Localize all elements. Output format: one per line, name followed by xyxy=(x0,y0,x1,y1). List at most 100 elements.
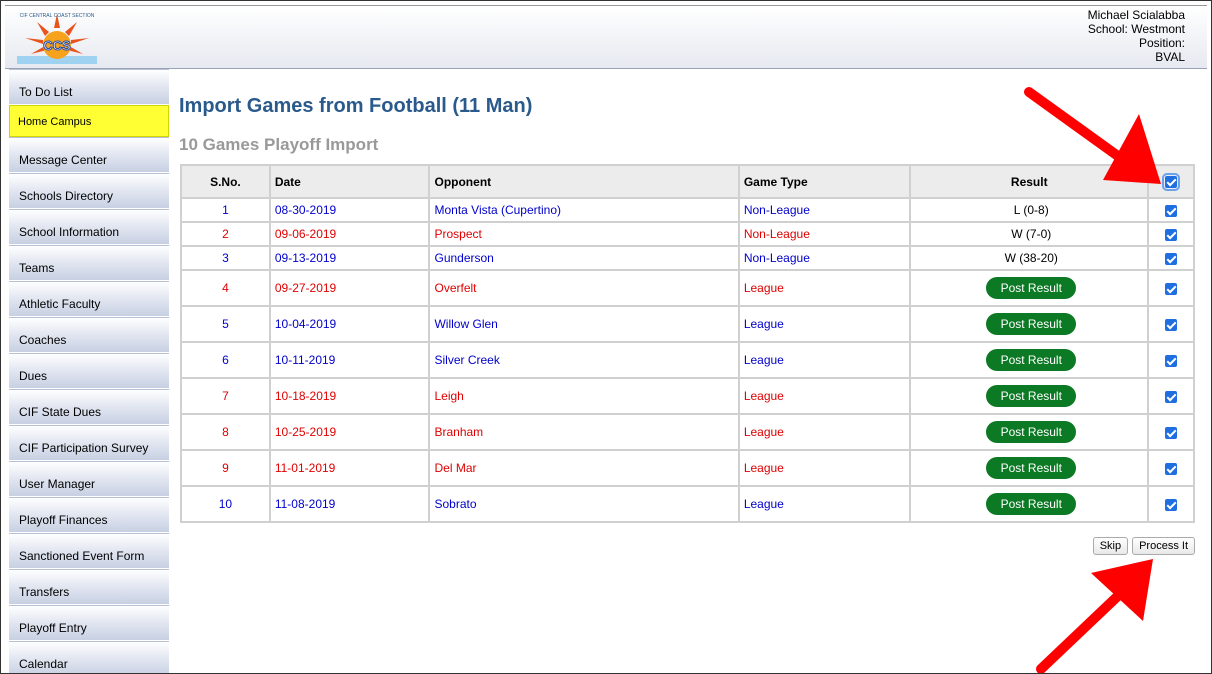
row-checkbox[interactable] xyxy=(1165,426,1178,439)
app-window: CCS CIF CENTRAL COAST SECTION Michael Sc… xyxy=(0,0,1212,674)
cell-opponent[interactable]: Willow Glen xyxy=(428,305,740,343)
cell-result: Post Result xyxy=(909,305,1150,343)
sidebar-item-to-do-list[interactable]: To Do List xyxy=(9,69,169,105)
cell-game-type: League xyxy=(737,377,912,415)
row-checkbox[interactable] xyxy=(1165,390,1178,403)
logo-ring-text: CIF CENTRAL COAST SECTION xyxy=(20,13,95,19)
col-header-select-all xyxy=(1147,164,1195,199)
select-all-checkbox[interactable] xyxy=(1162,173,1181,192)
cell-select xyxy=(1147,377,1195,415)
cell-opponent[interactable]: Branham xyxy=(428,413,740,451)
cell-date[interactable]: 10-04-2019 xyxy=(268,305,431,343)
post-result-button[interactable]: Post Result xyxy=(986,385,1077,407)
cell-sno: 10 xyxy=(180,485,271,523)
skip-button[interactable]: Skip xyxy=(1092,537,1129,555)
sidebar-item-message-center[interactable]: Message Center xyxy=(9,137,169,173)
cell-opponent[interactable]: Gunderson xyxy=(428,245,740,271)
cell-result: Post Result xyxy=(909,485,1150,523)
sidebar-item-playoff-finances[interactable]: Playoff Finances xyxy=(9,497,169,533)
cell-date[interactable]: 10-11-2019 xyxy=(268,341,431,379)
cell-select xyxy=(1147,485,1195,523)
post-result-button[interactable]: Post Result xyxy=(986,349,1077,371)
cell-select xyxy=(1147,221,1195,247)
cell-date[interactable]: 08-30-2019 xyxy=(268,197,431,223)
cell-date[interactable]: 11-01-2019 xyxy=(268,449,431,487)
sidebar-item-cif-state-dues[interactable]: CIF State Dues xyxy=(9,389,169,425)
cell-game-type: League xyxy=(737,485,912,523)
cell-result: Post Result xyxy=(909,341,1150,379)
post-result-button[interactable]: Post Result xyxy=(986,313,1077,335)
sidebar-item-playoff-entry[interactable]: Playoff Entry xyxy=(9,605,169,641)
sidebar-item-sanctioned-event-form[interactable]: Sanctioned Event Form xyxy=(9,533,169,569)
row-checkbox[interactable] xyxy=(1165,318,1178,331)
cell-game-type: League xyxy=(737,269,912,307)
sidebar-item-cif-participation-survey[interactable]: CIF Participation Survey xyxy=(9,425,169,461)
cell-result: Post Result xyxy=(909,449,1150,487)
table-row: 8 10-25-2019 Branham League Post Result xyxy=(180,413,1195,451)
sidebar-nav: To Do List Home Campus Message Center Sc… xyxy=(9,69,169,673)
sidebar-item-home-campus[interactable]: Home Campus xyxy=(9,105,169,137)
cell-date[interactable]: 09-13-2019 xyxy=(268,245,431,271)
cell-opponent[interactable]: Leigh xyxy=(428,377,740,415)
row-checkbox[interactable] xyxy=(1165,282,1178,295)
header-bar: CCS CIF CENTRAL COAST SECTION Michael Sc… xyxy=(5,5,1207,69)
cell-sno: 5 xyxy=(180,305,271,343)
row-checkbox[interactable] xyxy=(1165,462,1178,475)
cell-sno: 3 xyxy=(180,245,271,271)
cell-select xyxy=(1147,413,1195,451)
cell-opponent[interactable]: Overfelt xyxy=(428,269,740,307)
cell-opponent[interactable]: Silver Creek xyxy=(428,341,740,379)
cell-opponent[interactable]: Monta Vista (Cupertino) xyxy=(428,197,740,223)
sidebar-item-coaches[interactable]: Coaches xyxy=(9,317,169,353)
cell-sno: 1 xyxy=(180,197,271,223)
cell-date[interactable]: 10-18-2019 xyxy=(268,377,431,415)
sidebar-item-school-information[interactable]: School Information xyxy=(9,209,169,245)
sidebar-item-schools-directory[interactable]: Schools Directory xyxy=(9,173,169,209)
cell-result: Post Result xyxy=(909,413,1150,451)
page-subtitle: 10 Games Playoff Import xyxy=(179,135,379,154)
cell-sno: 9 xyxy=(180,449,271,487)
post-result-button[interactable]: Post Result xyxy=(986,421,1077,443)
row-checkbox[interactable] xyxy=(1165,228,1178,241)
cell-opponent[interactable]: Sobrato xyxy=(428,485,740,523)
cell-result: Post Result xyxy=(909,377,1150,415)
col-header-sno: S.No. xyxy=(180,164,271,199)
cell-result: W (38-20) xyxy=(909,245,1150,271)
ccs-logo: CCS CIF CENTRAL COAST SECTION xyxy=(17,13,97,64)
post-result-button[interactable]: Post Result xyxy=(986,493,1077,515)
post-result-button[interactable]: Post Result xyxy=(986,277,1077,299)
cell-game-type: League xyxy=(737,413,912,451)
user-position-label: Position: xyxy=(1138,36,1185,50)
cell-game-type: League xyxy=(737,305,912,343)
table-row: 3 09-13-2019 Gunderson Non-League W (38-… xyxy=(180,245,1195,271)
cell-game-type: League xyxy=(737,449,912,487)
table-row: 6 10-11-2019 Silver Creek League Post Re… xyxy=(180,341,1195,379)
cell-date[interactable]: 10-25-2019 xyxy=(268,413,431,451)
sidebar-item-dues[interactable]: Dues xyxy=(9,353,169,389)
row-checkbox[interactable] xyxy=(1165,252,1178,265)
process-it-button[interactable]: Process It xyxy=(1132,537,1195,555)
user-position-value: BVAL xyxy=(1155,50,1185,64)
sidebar-item-teams[interactable]: Teams xyxy=(9,245,169,281)
cell-opponent[interactable]: Del Mar xyxy=(428,449,740,487)
row-checkbox[interactable] xyxy=(1165,354,1178,367)
table-header-row: S.No. Date Opponent Game Type Result xyxy=(180,164,1195,199)
cell-date[interactable]: 09-06-2019 xyxy=(268,221,431,247)
games-table: S.No. Date Opponent Game Type Result 1 0… xyxy=(180,164,1195,523)
row-checkbox[interactable] xyxy=(1165,204,1178,217)
cell-date[interactable]: 11-08-2019 xyxy=(268,485,431,523)
cell-date[interactable]: 09-27-2019 xyxy=(268,269,431,307)
cell-select xyxy=(1147,341,1195,379)
user-school: School: Westmont xyxy=(1087,22,1185,36)
table-row: 4 09-27-2019 Overfelt League Post Result xyxy=(180,269,1195,307)
cell-game-type: Non-League xyxy=(737,197,912,223)
cell-opponent[interactable]: Prospect xyxy=(428,221,740,247)
sidebar-item-transfers[interactable]: Transfers xyxy=(9,569,169,605)
sidebar-item-user-manager[interactable]: User Manager xyxy=(9,461,169,497)
sidebar-item-calendar[interactable]: Calendar xyxy=(9,641,169,673)
logo-text: CCS xyxy=(43,38,71,53)
sidebar-item-athletic-faculty[interactable]: Athletic Faculty xyxy=(9,281,169,317)
post-result-button[interactable]: Post Result xyxy=(986,457,1077,479)
row-checkbox[interactable] xyxy=(1165,498,1178,511)
cell-game-type: League xyxy=(737,341,912,379)
